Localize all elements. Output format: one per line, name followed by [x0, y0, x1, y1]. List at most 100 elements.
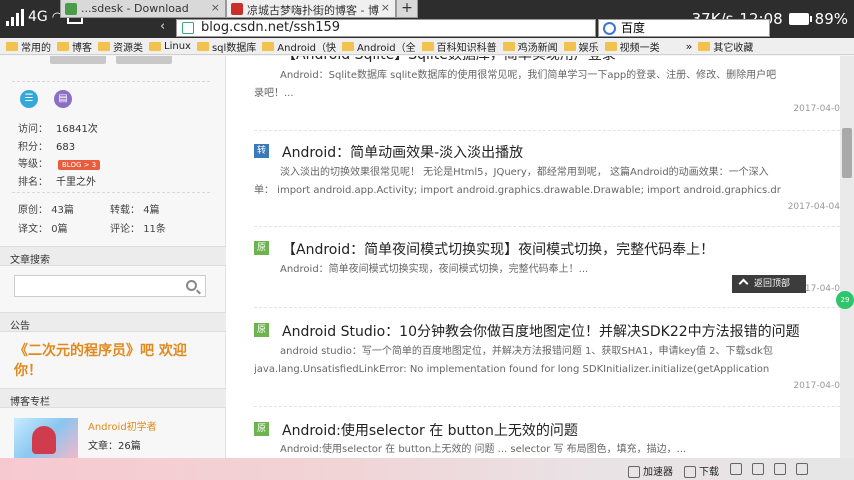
- folder-icon: [341, 41, 354, 51]
- blog-sidebar: ☰ ▤ 访问： 16841次 积分： 683 等级： BLOG > 3 排名： 千里之外…: [0, 56, 226, 458]
- count-repost: 转载： 4篇: [110, 205, 160, 216]
- article-search-title: 文章搜索: [0, 246, 226, 266]
- tab-label: 凉城古梦嗨扑街的博客 - 博: [247, 4, 379, 17]
- bookmark-folder[interactable]: 鸡汤新闻: [502, 39, 558, 54]
- bookmark-folder[interactable]: Linux: [149, 41, 191, 52]
- tab-label: ...sdesk - Download: [81, 2, 189, 15]
- bookmark-folder[interactable]: sql数据库: [196, 39, 256, 54]
- accelerator-icon: [628, 466, 640, 478]
- column-article-count: 文章：26篇: [88, 441, 141, 452]
- article-search-input[interactable]: [14, 275, 206, 297]
- folder-icon: [262, 41, 275, 51]
- download-icon: [684, 466, 696, 478]
- divider: [254, 406, 840, 407]
- divider: [254, 307, 840, 308]
- divider: [254, 130, 840, 131]
- folder-icon: [421, 41, 434, 51]
- stat-visits: 访问： 16841次: [18, 124, 98, 135]
- article-title-link[interactable]: 【Android：简单夜间模式切换实现】夜间模式切换，完整代码奉上！: [282, 239, 714, 259]
- original-tag: 原: [254, 422, 269, 436]
- bookmark-folder[interactable]: 百科知识科普: [421, 39, 497, 54]
- bookmark-folder[interactable]: Android（快: [262, 39, 336, 54]
- article-date: 2017-04-0: [793, 381, 840, 391]
- count-translation: 译文： 0篇: [18, 224, 68, 235]
- divider: [12, 81, 210, 82]
- notice-title: 公告: [0, 312, 226, 332]
- close-icon[interactable]: ×: [211, 1, 220, 14]
- settings-icon[interactable]: [796, 463, 811, 475]
- bookmark-folder[interactable]: Android（全: [341, 39, 416, 54]
- original-tag: 原: [254, 323, 269, 337]
- column-cover-image[interactable]: [14, 418, 78, 458]
- folder-icon: [698, 41, 711, 51]
- bookmarks-bar: 常用的 博客 资源类 Linux sql数据库 Android（快 Androi…: [0, 38, 854, 55]
- bookmark-folder[interactable]: 博客: [57, 39, 92, 54]
- address-row: ‹ blog.csdn.net/ssh159 百度: [0, 18, 854, 38]
- folder-icon: [502, 41, 515, 51]
- back-to-top-button[interactable]: 返回顶部: [732, 275, 806, 293]
- article-summary: 淡入淡出的切换效果很常见呢！ 无论是Html5，JQuery，都经常用到呢， 这…: [254, 167, 781, 196]
- accelerator-button[interactable]: 加速器: [628, 463, 673, 478]
- expert-icon: ▤: [54, 90, 72, 108]
- zoom-icon[interactable]: [752, 463, 767, 475]
- article-summary: Android:使用selector 在 button上无效的 问题 ... s…: [280, 444, 687, 455]
- folder-icon: [196, 41, 209, 51]
- url-text: blog.csdn.net/ssh159: [201, 20, 341, 35]
- divider: [12, 192, 210, 193]
- bookmark-folder[interactable]: 常用的: [6, 39, 51, 54]
- bookmark-folder-other[interactable]: 其它收藏: [698, 39, 753, 54]
- folder-icon: [6, 41, 18, 51]
- stat-level: 等级： BLOG > 3: [18, 155, 101, 170]
- folder-icon: [98, 41, 110, 51]
- tab-favicon-icon: [231, 3, 243, 15]
- tab-download[interactable]: ...sdesk - Download ×: [60, 0, 226, 18]
- article-summary: Android：Sqlite数据库 sqlite数据库的使用很常见呢，我们简单学…: [254, 70, 777, 99]
- search-engine-name: 百度: [621, 21, 646, 35]
- browser-status-bar: 加速器 下载: [0, 458, 854, 480]
- search-icon[interactable]: [186, 280, 197, 291]
- column-title: 博客专栏: [0, 388, 226, 408]
- web-page: ☰ ▤ 访问： 16841次 积分： 683 等级： BLOG > 3 排名： 千里之外…: [0, 56, 854, 458]
- new-tab-button[interactable]: +: [396, 0, 418, 18]
- page-scrollbar[interactable]: [840, 56, 854, 458]
- repost-tag: 转: [254, 144, 269, 158]
- column-name-link[interactable]: Android初学者: [88, 418, 157, 433]
- bookmark-folder[interactable]: 视频一类: [604, 39, 660, 54]
- article-title-link[interactable]: Android:使用selector 在 button上无效的问题: [282, 420, 578, 440]
- medal-icon: ☰: [20, 90, 38, 108]
- folder-icon: [604, 41, 617, 51]
- article-summary: android studio：写一个简单的百度地图定位，并解决方法报错问题 1、…: [254, 346, 773, 375]
- notice-text: 《二次元的程序员》吧 欢迎你！: [14, 343, 187, 379]
- baidu-paw-icon: [603, 22, 616, 35]
- sound-icon[interactable]: [774, 463, 789, 475]
- divider: [254, 226, 840, 227]
- stat-points: 积分： 683: [18, 142, 76, 153]
- article-title-link[interactable]: Android Studio：10分钟教会你做百度地图定位！并解决SDK22中方…: [282, 321, 800, 341]
- bookmarks-more-button[interactable]: »: [686, 40, 693, 53]
- bookmark-folder[interactable]: 娱乐: [563, 39, 599, 54]
- article-title-link[interactable]: 【Android Sqlite】Sqlite数据库，简单实现用户登录: [282, 56, 616, 64]
- level-badge: BLOG > 3: [58, 160, 101, 170]
- download-button[interactable]: 下载: [684, 463, 719, 478]
- close-icon[interactable]: ×: [381, 1, 390, 14]
- count-comments: 评论： 11条: [110, 224, 166, 235]
- side-badge[interactable]: 29: [836, 291, 854, 309]
- back-icon[interactable]: ‹: [160, 19, 165, 34]
- article-date: 2017-04-0: [793, 104, 840, 114]
- article-title-link[interactable]: Android：简单动画效果-淡入淡出播放: [282, 142, 523, 162]
- folder-icon: [149, 41, 161, 51]
- count-original: 原创： 43篇: [18, 205, 74, 216]
- article-date: 2017-04-04: [787, 202, 840, 212]
- tools-icon[interactable]: [730, 463, 745, 475]
- lock-icon: [182, 22, 194, 34]
- tab-blog[interactable]: 凉城古梦嗨扑街的博客 - 博 ×: [226, 0, 396, 18]
- folder-icon: [57, 41, 69, 51]
- scrollbar-thumb[interactable]: [842, 128, 852, 178]
- folder-icon: [563, 41, 576, 51]
- message-button[interactable]: [116, 56, 172, 64]
- stat-rank: 排名： 千里之外: [18, 177, 96, 188]
- search-engine-box[interactable]: 百度: [598, 19, 770, 37]
- bookmark-folder[interactable]: 资源类: [98, 39, 143, 54]
- follow-button[interactable]: [50, 56, 106, 64]
- address-bar[interactable]: blog.csdn.net/ssh159: [176, 19, 596, 37]
